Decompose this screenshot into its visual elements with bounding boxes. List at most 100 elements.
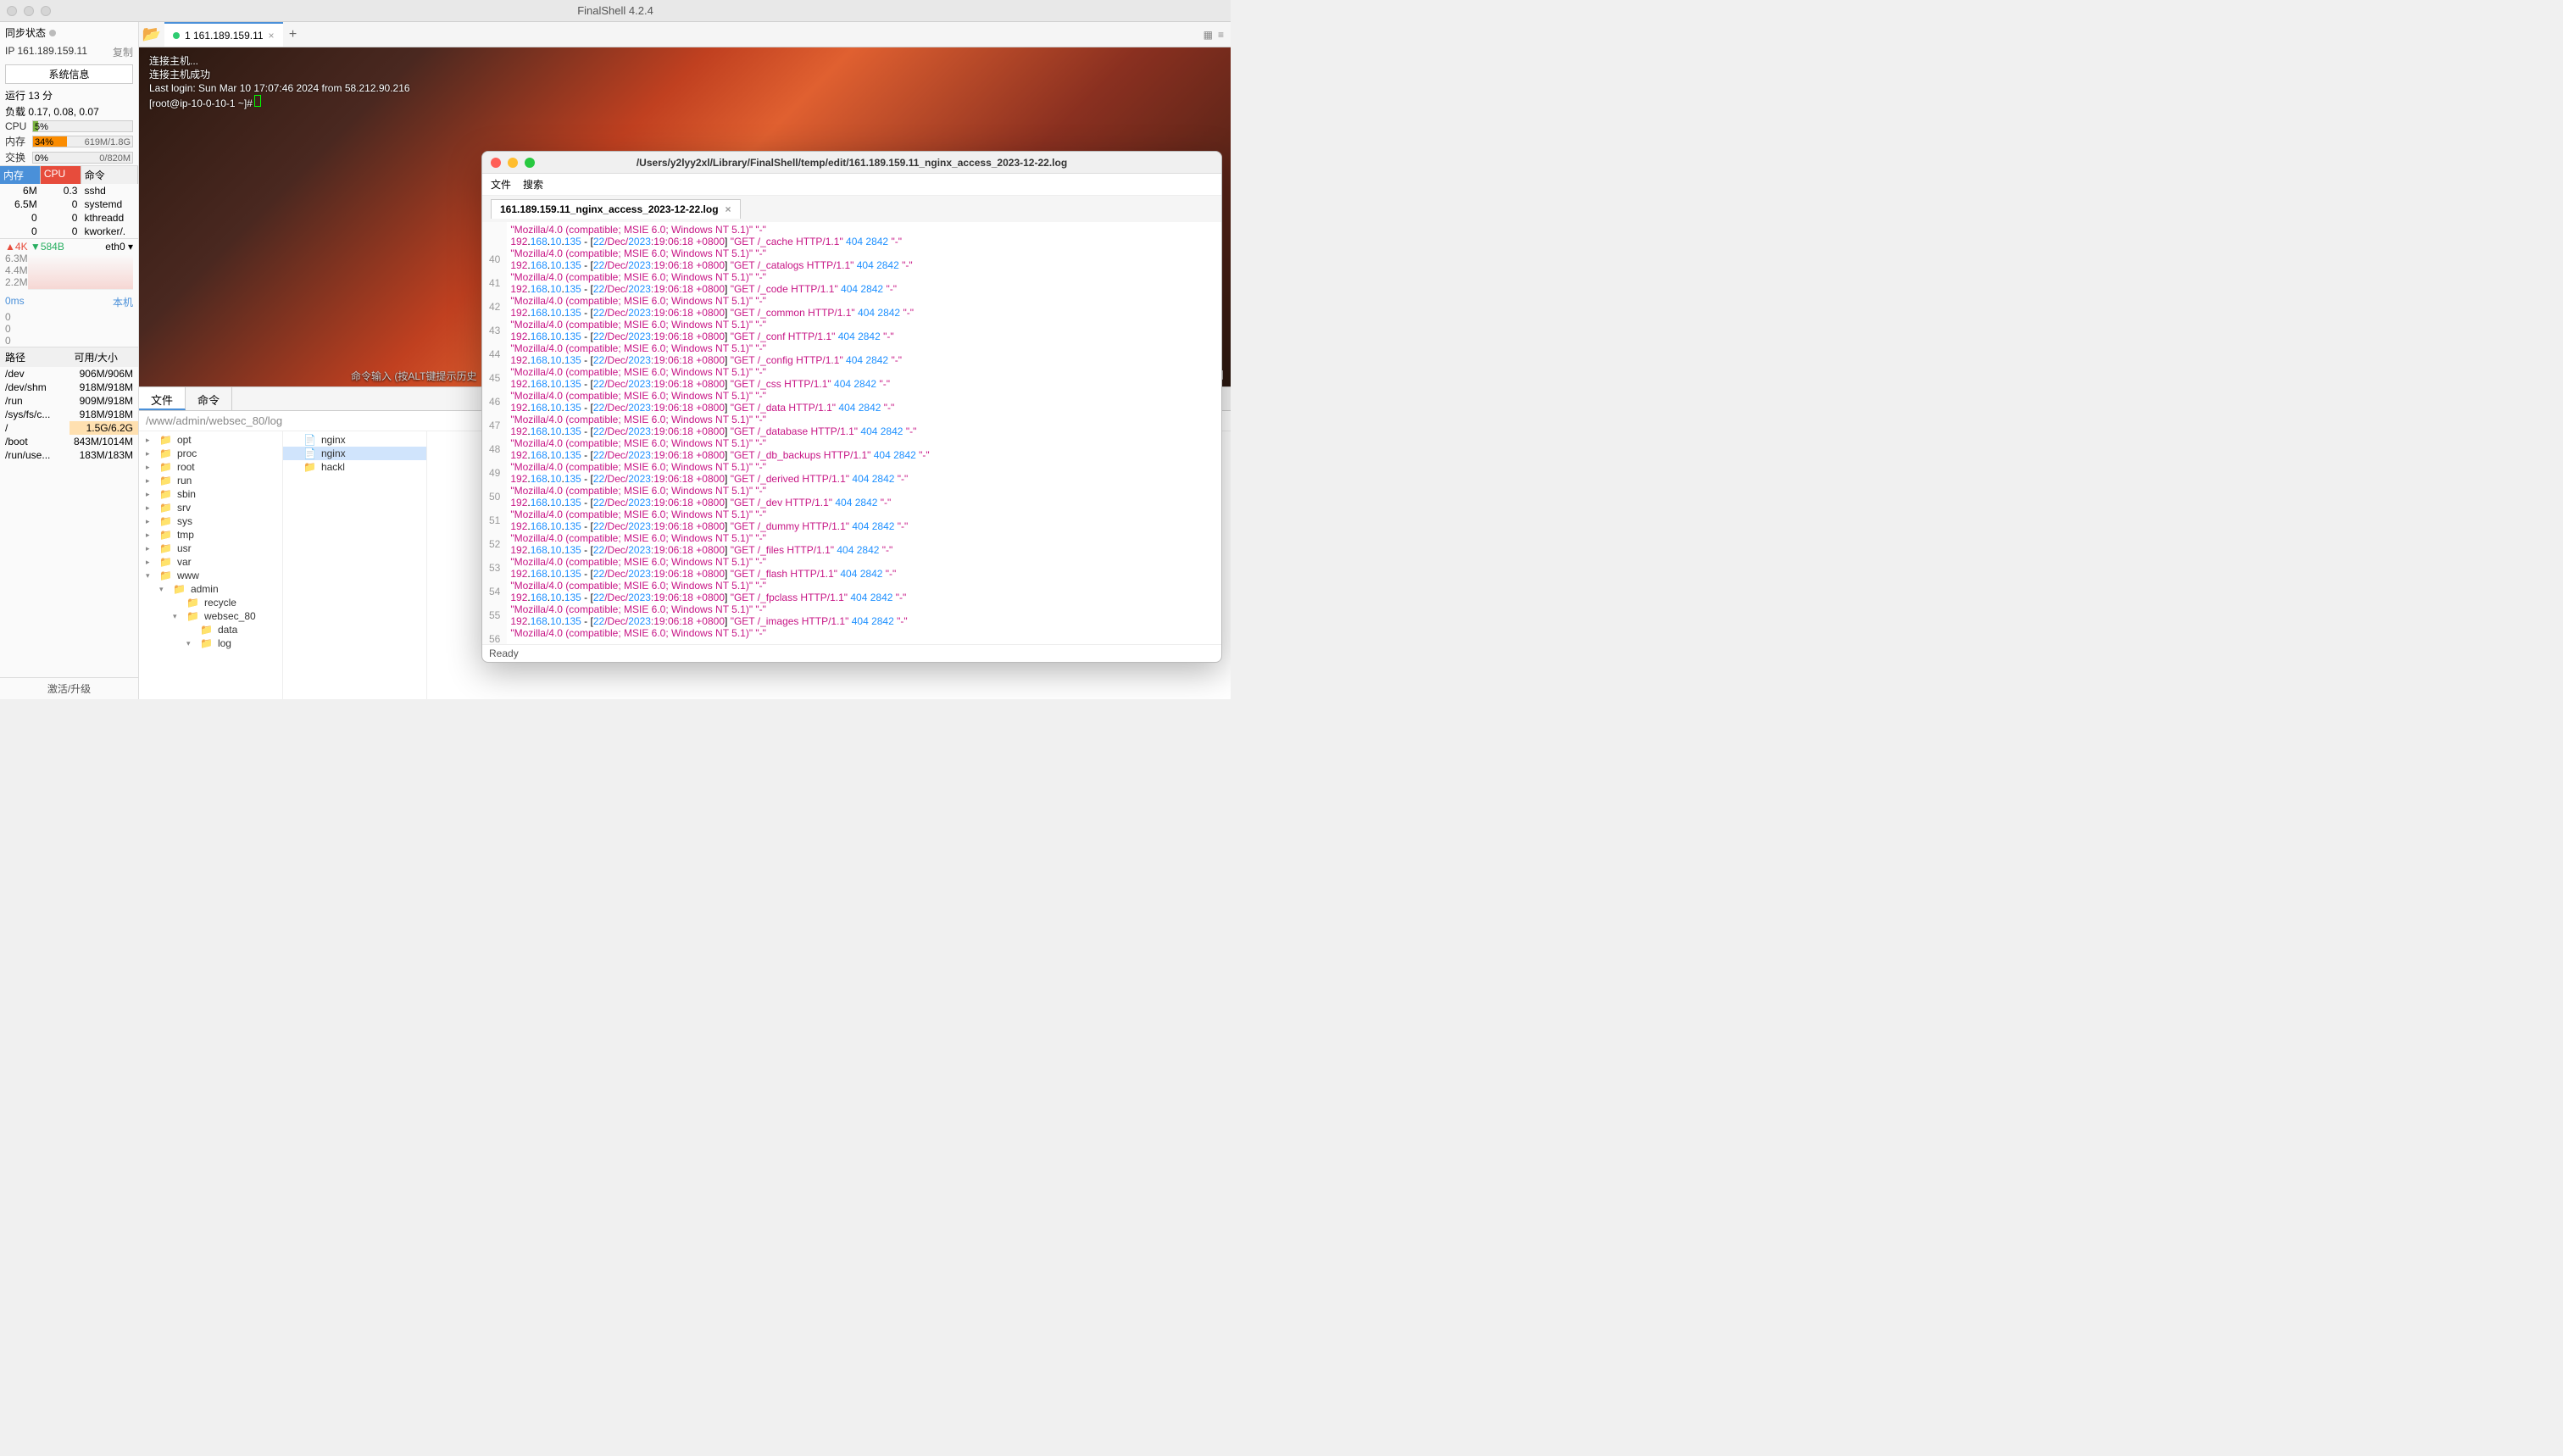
swap-bar: 0% 0/820M [32, 152, 133, 164]
add-tab-button[interactable]: + [283, 22, 303, 47]
folder-icon: 📁 [200, 624, 213, 636]
editor-title: /Users/y2lyy2xl/Library/FinalShell/temp/… [637, 157, 1067, 169]
copy-button[interactable]: 复制 [113, 45, 133, 59]
sidebar: 同步状态 IP 161.189.159.11 复制 系统信息 运行 13 分 负… [0, 22, 139, 699]
file-icon: 📄 [303, 447, 316, 459]
folder-item[interactable]: ▾📁websec_80 [139, 609, 282, 623]
log-line: 192.168.10.135 - [22/Dec/2023:19:06:18 +… [510, 402, 1218, 414]
folder-icon: 📁 [159, 556, 172, 568]
folder-item[interactable]: 📁data [139, 623, 282, 636]
folder-item[interactable]: ▸📁root [139, 460, 282, 474]
folder-item[interactable]: ▸📁sbin [139, 487, 282, 501]
tab-bar: 📂 1 161.189.159.11 × + ▦ ≡ [139, 22, 1231, 47]
editor-close-icon[interactable] [491, 158, 501, 168]
process-row[interactable]: 00kthreadd [0, 211, 138, 225]
close-icon[interactable] [7, 6, 17, 16]
folder-item[interactable]: ▸📁opt [139, 433, 282, 447]
folder-icon: 📁 [159, 570, 172, 581]
folder-item[interactable]: ▸📁var [139, 555, 282, 569]
log-line: 192.168.10.135 - [22/Dec/2023:19:06:18 +… [510, 378, 1218, 390]
disk-row[interactable]: /boot843M/1014M [0, 435, 138, 448]
log-line: 192.168.10.135 - [22/Dec/2023:19:06:18 +… [510, 425, 1218, 437]
list-icon[interactable]: ≡ [1218, 29, 1224, 41]
process-row[interactable]: 6M0.3sshd [0, 184, 138, 197]
terminal-line: Last login: Sun Mar 10 17:07:46 2024 fro… [149, 81, 1220, 95]
folder-icon: 📁 [173, 583, 186, 595]
folder-item[interactable]: ▸📁proc [139, 447, 282, 460]
minimize-icon[interactable] [24, 6, 34, 16]
menu-file[interactable]: 文件 [491, 177, 511, 192]
folder-icon: 📁 [159, 542, 172, 554]
uptime-label: 运行 13 分 [5, 88, 53, 103]
folder-item[interactable]: ▸📁tmp [139, 528, 282, 542]
sync-status-dot [49, 30, 56, 36]
close-icon[interactable]: × [726, 203, 731, 215]
tab-commands[interactable]: 命令 [186, 387, 232, 410]
disk-row[interactable]: /dev/shm918M/918M [0, 381, 138, 394]
folder-icon: 📁 [159, 434, 172, 446]
network-chart [28, 254, 133, 290]
folder-icon: 📁 [159, 475, 172, 486]
disk-row[interactable]: /1.5G/6.2G [0, 421, 138, 435]
tab-files[interactable]: 文件 [139, 387, 186, 410]
process-row[interactable]: 6.5M0systemd [0, 197, 138, 211]
folder-open-icon[interactable]: 📂 [139, 22, 164, 47]
disk-table: 路径 可用/大小 /dev906M/906M/dev/shm918M/918M/… [0, 347, 138, 462]
close-tab-icon[interactable]: × [269, 30, 275, 42]
log-line: 192.168.10.135 - [22/Dec/2023:19:06:18 +… [510, 497, 1218, 508]
file-item[interactable]: 📄nginx [283, 447, 426, 460]
log-line: 192.168.10.135 - [22/Dec/2023:19:06:18 +… [510, 615, 1218, 627]
tab-connection[interactable]: 1 161.189.159.11 × [164, 22, 283, 47]
folder-item[interactable]: ▾📁admin [139, 582, 282, 596]
folder-item[interactable]: ▸📁run [139, 474, 282, 487]
sync-status-label: 同步状态 [5, 25, 46, 40]
disk-row[interactable]: /dev906M/906M [0, 367, 138, 381]
log-line: 192.168.10.135 - [22/Dec/2023:19:06:18 +… [510, 236, 1218, 247]
terminal-line: 连接主机... [149, 54, 1220, 68]
activate-button[interactable]: 激活/升级 [0, 677, 138, 699]
log-line: 192.168.10.135 - [22/Dec/2023:19:06:18 +… [510, 354, 1218, 366]
log-line: 192.168.10.135 - [22/Dec/2023:19:06:18 +… [510, 331, 1218, 342]
log-line: 192.168.10.135 - [22/Dec/2023:19:06:18 +… [510, 307, 1218, 319]
folder-item[interactable]: ▸📁usr [139, 542, 282, 555]
folder-icon: 📁 [159, 461, 172, 473]
editor-status: Ready [482, 644, 1221, 662]
folder-item[interactable]: ▾📁www [139, 569, 282, 582]
arrow-up-icon: ▲ [5, 241, 15, 253]
terminal-line: [root@ip-10-0-10-1 ~]# [149, 95, 1220, 110]
folder-item[interactable]: ▸📁srv [139, 501, 282, 514]
file-item[interactable]: 📄nginx [283, 433, 426, 447]
arrow-down-icon: ▼ [31, 241, 41, 253]
folder-item[interactable]: 📁recycle [139, 596, 282, 609]
folder-item[interactable]: 📁hackl [283, 460, 426, 474]
system-info-button[interactable]: 系统信息 [5, 64, 133, 84]
editor-tab[interactable]: 161.189.159.11_nginx_access_2023-12-22.l… [491, 199, 741, 219]
grid-icon[interactable]: ▦ [1204, 29, 1213, 41]
folder-icon: 📁 [186, 610, 199, 622]
editor-zoom-icon[interactable] [525, 158, 535, 168]
folder-icon: 📁 [303, 461, 316, 473]
ip-address: 161.189.159.11 [17, 45, 87, 57]
chevron-down-icon[interactable]: ▾ [128, 241, 133, 253]
zoom-icon[interactable] [41, 6, 51, 16]
folder-item[interactable]: ▾📁log [139, 636, 282, 650]
editor-content[interactable]: 4041424344454647484950515253545556 "Mozi… [482, 222, 1221, 644]
menu-search[interactable]: 搜索 [523, 177, 543, 192]
file-icon: 📄 [303, 434, 316, 446]
log-line: 192.168.10.135 - [22/Dec/2023:19:06:18 +… [510, 568, 1218, 580]
load-label: 负载 0.17, 0.08, 0.07 [5, 104, 99, 119]
command-input-hint[interactable]: 命令输入 (按ALT键提示历史 [351, 369, 476, 383]
folder-icon: 📁 [159, 515, 172, 527]
disk-row[interactable]: /run909M/918M [0, 394, 138, 408]
folder-icon: 📁 [159, 447, 172, 459]
folder-icon: 📁 [159, 488, 172, 500]
disk-row[interactable]: /sys/fs/c...918M/918M [0, 408, 138, 421]
process-table: 内存 CPU 命令 6M0.3sshd6.5M0systemd00kthread… [0, 165, 138, 238]
log-line: 192.168.10.135 - [22/Dec/2023:19:06:18 +… [510, 544, 1218, 556]
editor-minimize-icon[interactable] [508, 158, 518, 168]
process-row[interactable]: 00kworker/. [0, 225, 138, 238]
file-column-2: 📄nginx📄nginx📁hackl [283, 431, 427, 699]
folder-item[interactable]: ▸📁sys [139, 514, 282, 528]
disk-row[interactable]: /run/use...183M/183M [0, 448, 138, 462]
editor-window: /Users/y2lyy2xl/Library/FinalShell/temp/… [481, 151, 1222, 663]
